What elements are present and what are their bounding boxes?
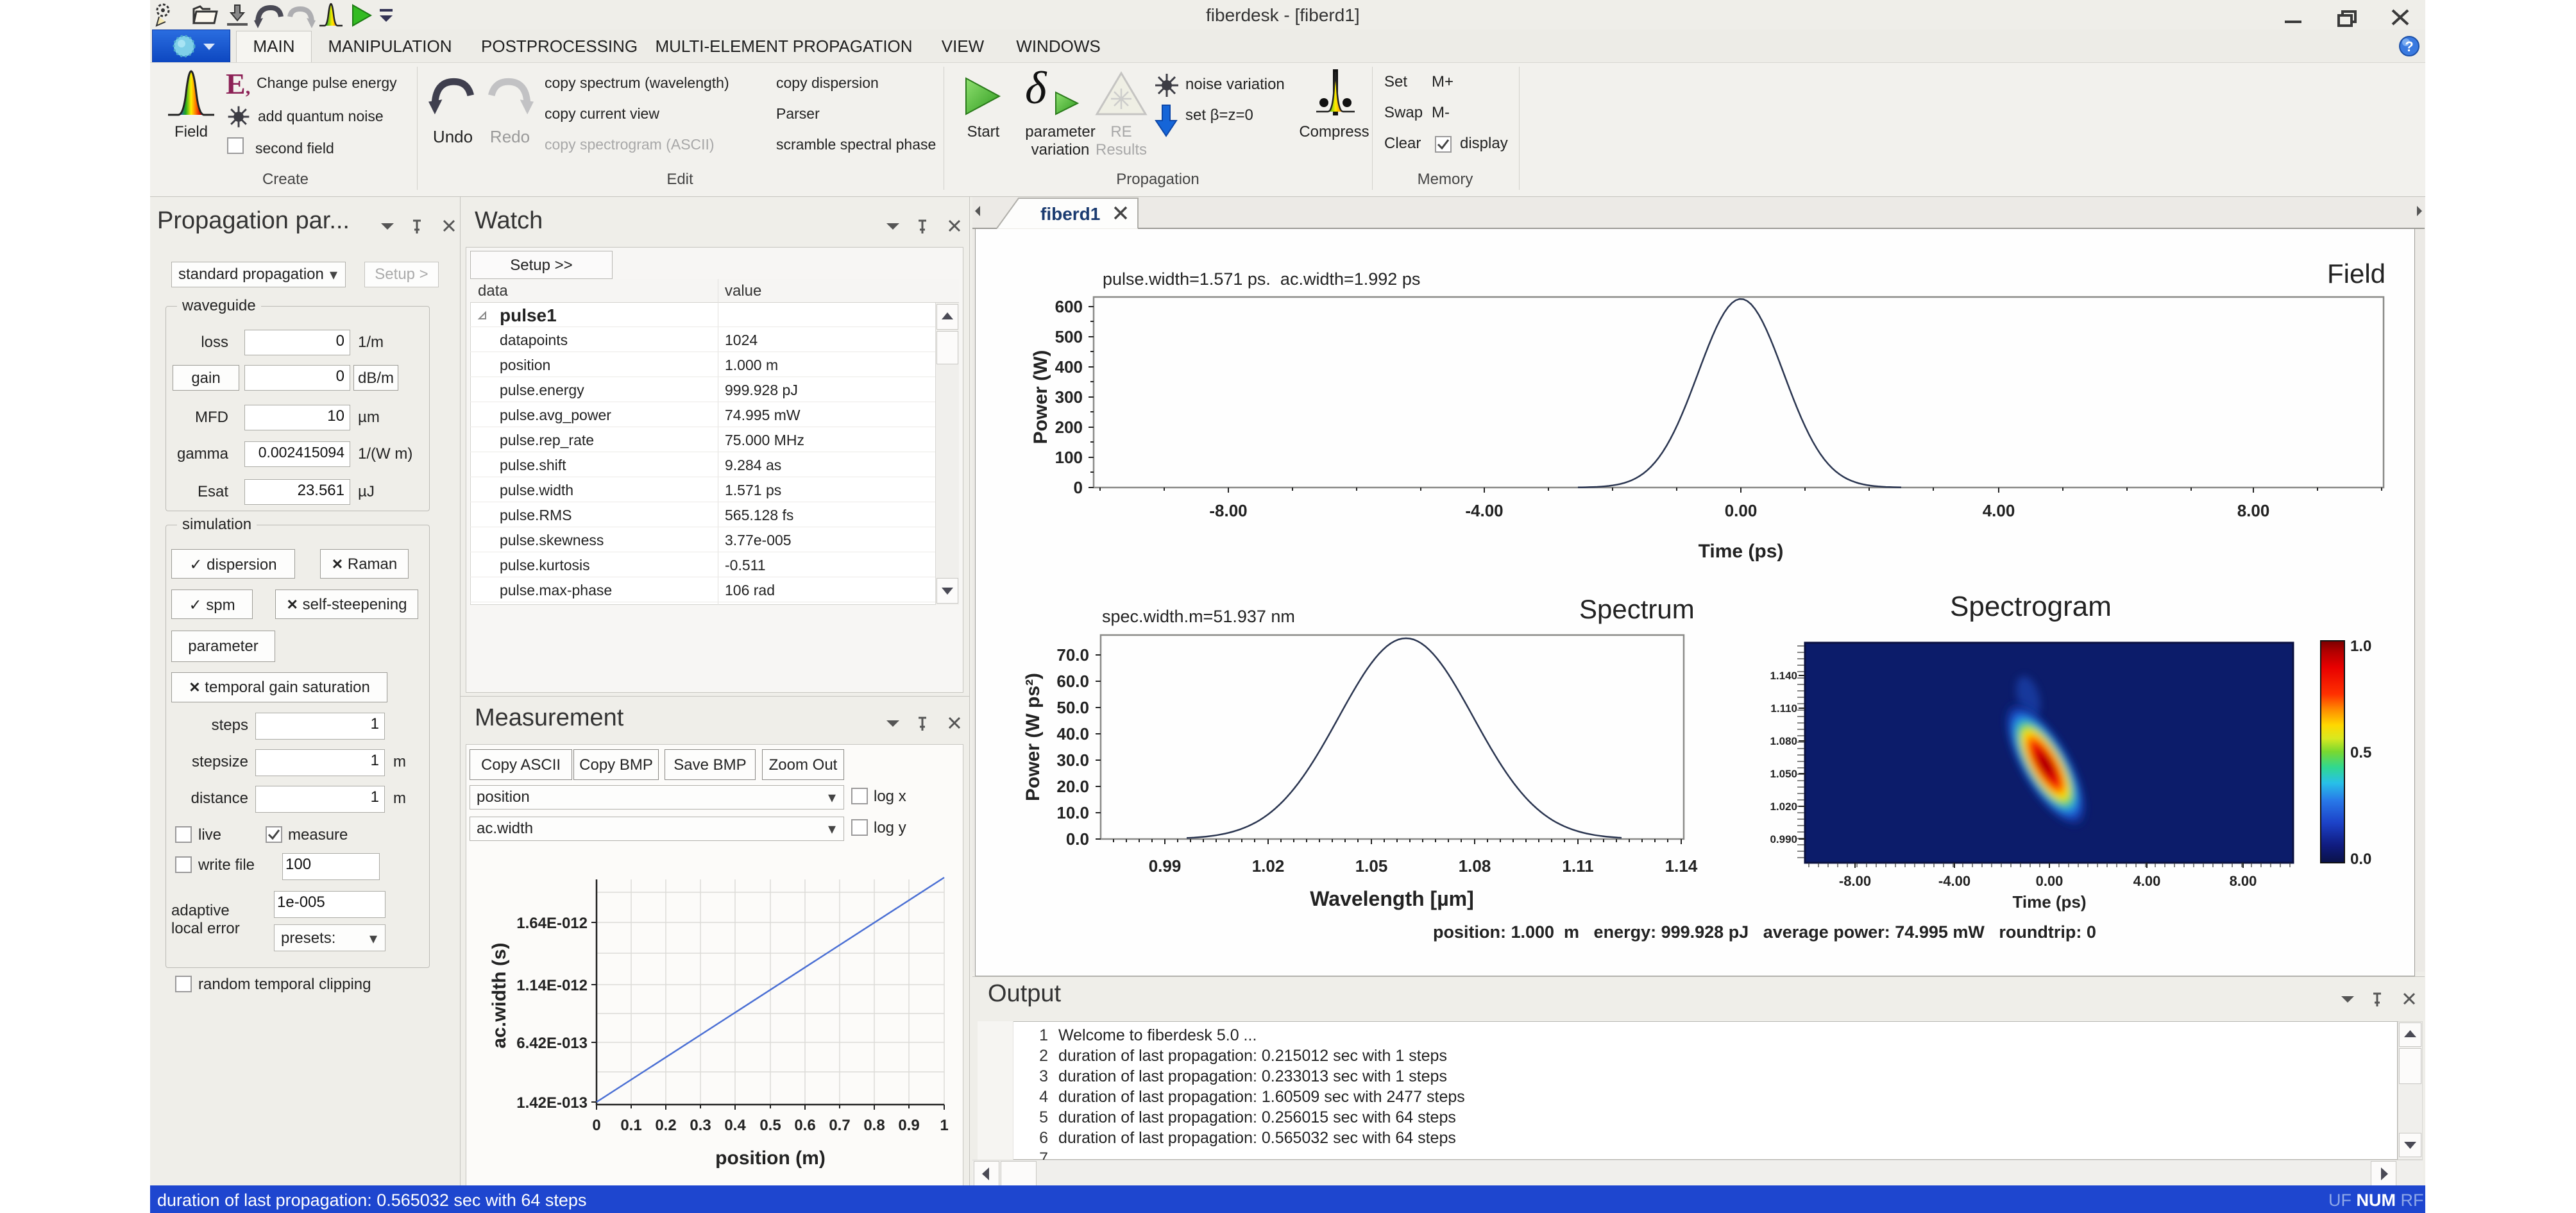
svg-text:1.42E-013: 1.42E-013 — [516, 1094, 588, 1112]
svg-text:8.00: 8.00 — [2230, 873, 2257, 889]
svg-text:1.14E-012: 1.14E-012 — [516, 977, 588, 994]
svg-text:0.3: 0.3 — [690, 1117, 711, 1134]
svg-text:-4.00: -4.00 — [1938, 873, 1970, 889]
svg-text:1.05: 1.05 — [1355, 856, 1388, 876]
svg-text:-8.00: -8.00 — [1209, 501, 1247, 520]
svg-text:1.11: 1.11 — [1562, 856, 1593, 876]
svg-text:1.14: 1.14 — [1665, 856, 1698, 876]
svg-text:500: 500 — [1055, 327, 1083, 346]
svg-text:0.990: 0.990 — [1770, 833, 1797, 845]
svg-text:?: ? — [2405, 38, 2413, 55]
svg-text:100: 100 — [1055, 448, 1083, 467]
svg-text:0.00: 0.00 — [2036, 873, 2063, 889]
svg-text:ac.width (s): ac.width (s) — [489, 942, 510, 1048]
svg-text:1: 1 — [940, 1117, 948, 1134]
svg-text:0.0: 0.0 — [1066, 829, 1089, 849]
svg-text:0.5: 0.5 — [759, 1117, 781, 1134]
svg-text:Power (W): Power (W) — [1030, 350, 1051, 445]
svg-text:position (m): position (m) — [715, 1148, 826, 1169]
svg-text:0.1: 0.1 — [620, 1117, 641, 1134]
svg-text:400: 400 — [1055, 357, 1083, 377]
svg-text:0.8: 0.8 — [863, 1117, 885, 1134]
svg-text:0.99: 0.99 — [1149, 856, 1182, 876]
svg-text:Power (W ps²): Power (W ps²) — [1022, 673, 1044, 801]
svg-text:0.9: 0.9 — [898, 1117, 919, 1134]
svg-text:1.08: 1.08 — [1459, 856, 1491, 876]
svg-text:Time (ps): Time (ps) — [2012, 892, 2086, 912]
svg-text:0.7: 0.7 — [829, 1117, 850, 1134]
svg-text:10.0: 10.0 — [1056, 803, 1089, 822]
svg-text:40.0: 40.0 — [1056, 724, 1089, 743]
svg-text:8.00: 8.00 — [2237, 501, 2270, 520]
svg-text:1.110: 1.110 — [1770, 702, 1797, 715]
svg-text:300: 300 — [1055, 387, 1083, 407]
svg-text:50.0: 50.0 — [1056, 698, 1089, 717]
svg-text:0.5: 0.5 — [2350, 744, 2371, 761]
svg-text:20.0: 20.0 — [1056, 777, 1089, 796]
svg-text:0.6: 0.6 — [794, 1117, 815, 1134]
svg-text:70.0: 70.0 — [1056, 645, 1089, 665]
svg-text:30.0: 30.0 — [1056, 751, 1089, 770]
svg-text:0.00: 0.00 — [1725, 501, 1758, 520]
svg-text:0.0: 0.0 — [2350, 851, 2371, 868]
svg-text:1.020: 1.020 — [1770, 801, 1797, 813]
svg-text:600: 600 — [1055, 297, 1083, 316]
svg-text:4.00: 4.00 — [1983, 501, 2015, 520]
svg-text:1.0: 1.0 — [2350, 638, 2371, 655]
svg-text:1.140: 1.140 — [1770, 670, 1797, 682]
svg-text:-8.00: -8.00 — [1839, 873, 1871, 889]
svg-text:1.64E-012: 1.64E-012 — [516, 915, 588, 932]
svg-text:Wavelength [µm]: Wavelength [µm] — [1310, 887, 1473, 910]
svg-text:1.050: 1.050 — [1770, 768, 1797, 780]
svg-text:Time (ps): Time (ps) — [1699, 541, 1784, 562]
svg-text:200: 200 — [1055, 418, 1083, 437]
svg-text:0: 0 — [1074, 478, 1083, 497]
svg-text:60.0: 60.0 — [1056, 672, 1089, 691]
svg-text:0: 0 — [592, 1117, 600, 1134]
svg-text:4.00: 4.00 — [2133, 873, 2161, 889]
svg-text:1.02: 1.02 — [1252, 856, 1285, 876]
svg-text:-4.00: -4.00 — [1465, 501, 1503, 520]
svg-text:1.080: 1.080 — [1770, 735, 1797, 747]
svg-text:fiberd1: fiberd1 — [1040, 204, 1100, 224]
svg-text:0.4: 0.4 — [724, 1117, 746, 1134]
svg-text:0.2: 0.2 — [655, 1117, 676, 1134]
svg-text:6.42E-013: 6.42E-013 — [516, 1035, 588, 1052]
